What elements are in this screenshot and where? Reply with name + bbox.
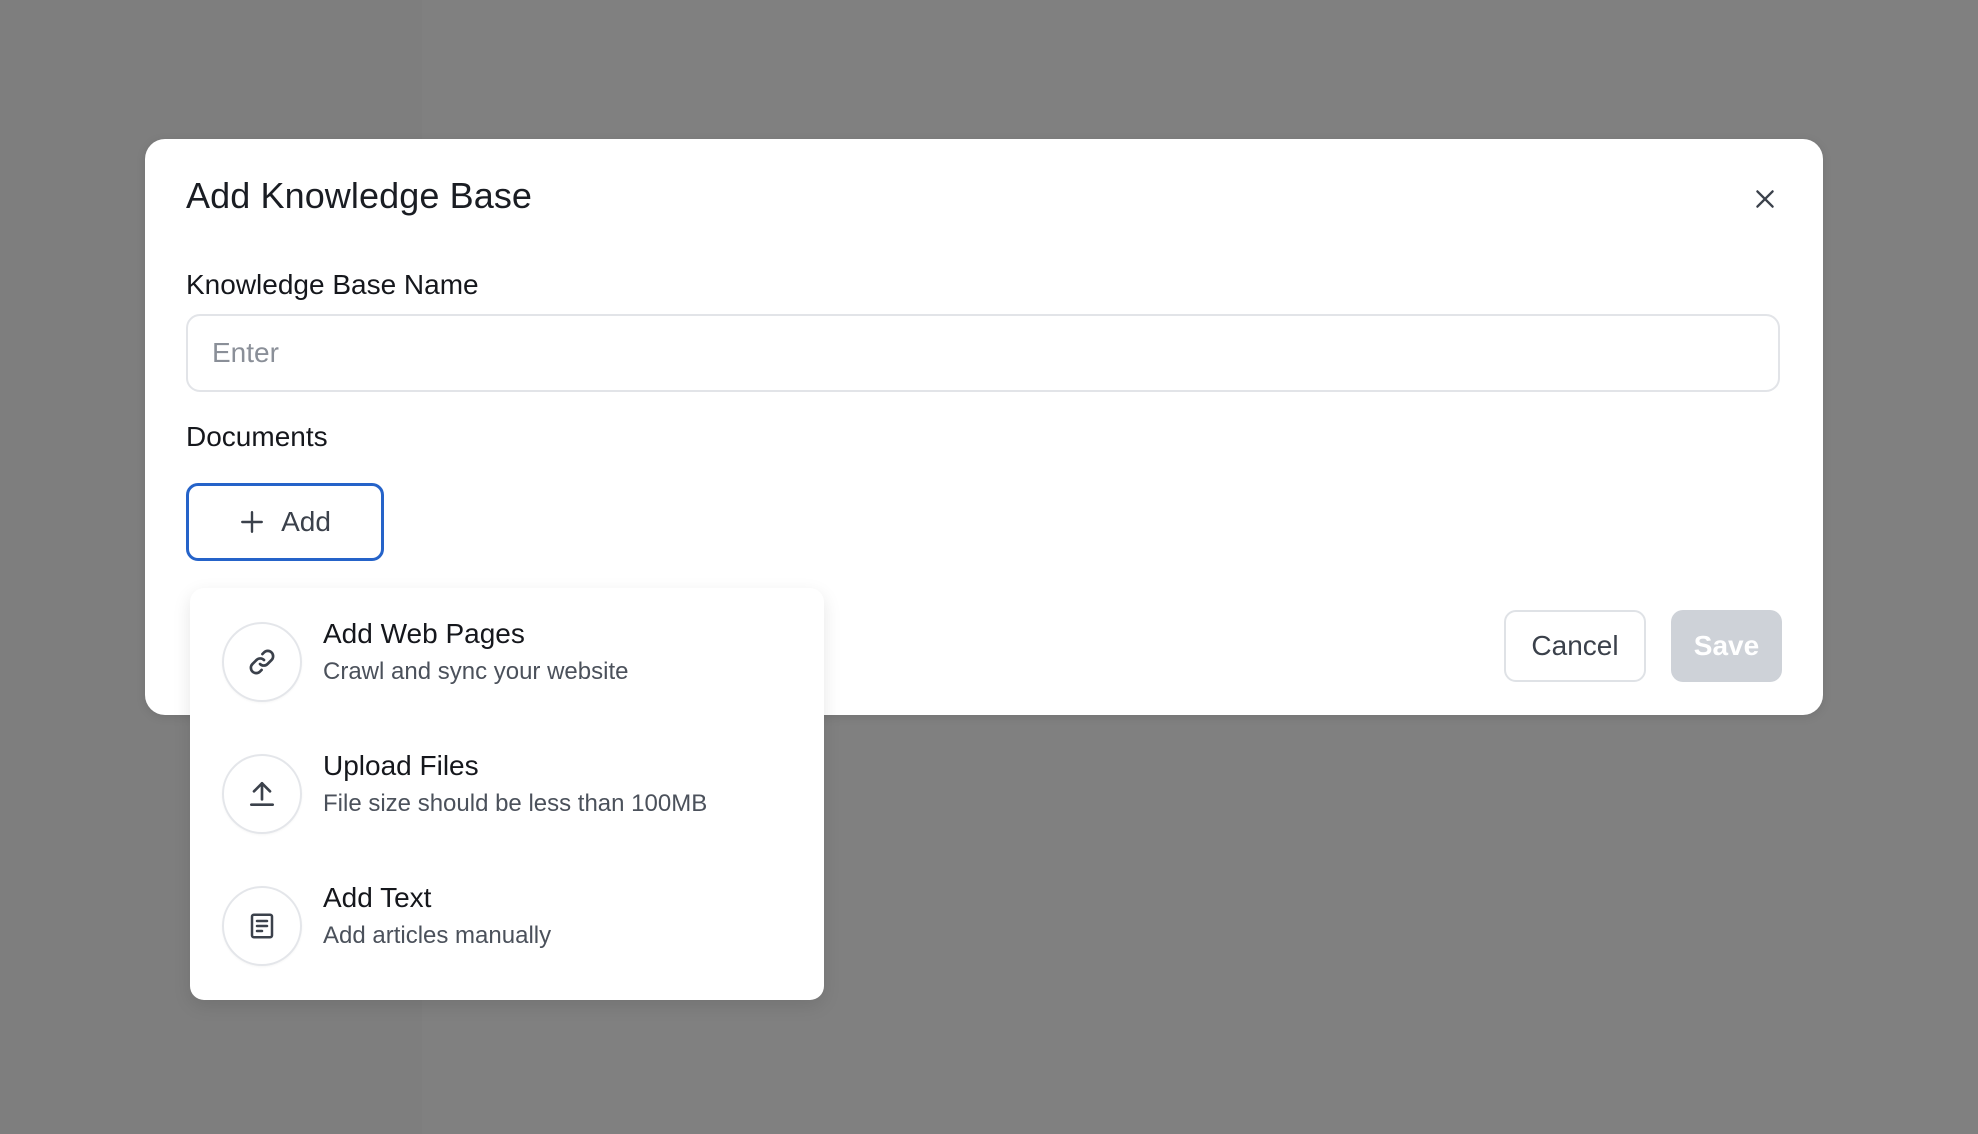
documents-label: Documents (186, 421, 328, 452)
dialog-title: Add Knowledge Base (186, 175, 533, 216)
upload-icon (222, 754, 302, 834)
menu-item-add-text[interactable]: Add Text Add articles manually (190, 870, 824, 986)
menu-item-description: Crawl and sync your website (323, 658, 629, 685)
menu-item-description: Add articles manually (323, 922, 552, 949)
menu-item-title: Add Web Pages (323, 618, 525, 649)
cancel-button[interactable]: Cancel (1504, 610, 1646, 682)
menu-item-title: Upload Files (323, 750, 479, 781)
close-button[interactable] (1745, 179, 1785, 219)
add-document-menu: Add Web Pages Crawl and sync your websit… (190, 588, 824, 1000)
add-button-label: Add (281, 506, 331, 537)
menu-item-upload-files[interactable]: Upload Files File size should be less th… (190, 738, 824, 854)
menu-item-add-web-pages[interactable]: Add Web Pages Crawl and sync your websit… (190, 606, 824, 722)
knowledge-base-name-label: Knowledge Base Name (186, 269, 479, 300)
plus-icon (241, 511, 264, 533)
document-text-icon (222, 886, 302, 966)
close-icon (1756, 190, 1774, 208)
link-icon (222, 622, 302, 702)
menu-item-title: Add Text (323, 882, 432, 913)
add-document-button[interactable]: Add (186, 483, 384, 561)
save-button[interactable]: Save (1671, 610, 1782, 682)
knowledge-base-name-input[interactable] (186, 314, 1780, 392)
menu-item-description: File size should be less than 100MB (323, 790, 708, 817)
